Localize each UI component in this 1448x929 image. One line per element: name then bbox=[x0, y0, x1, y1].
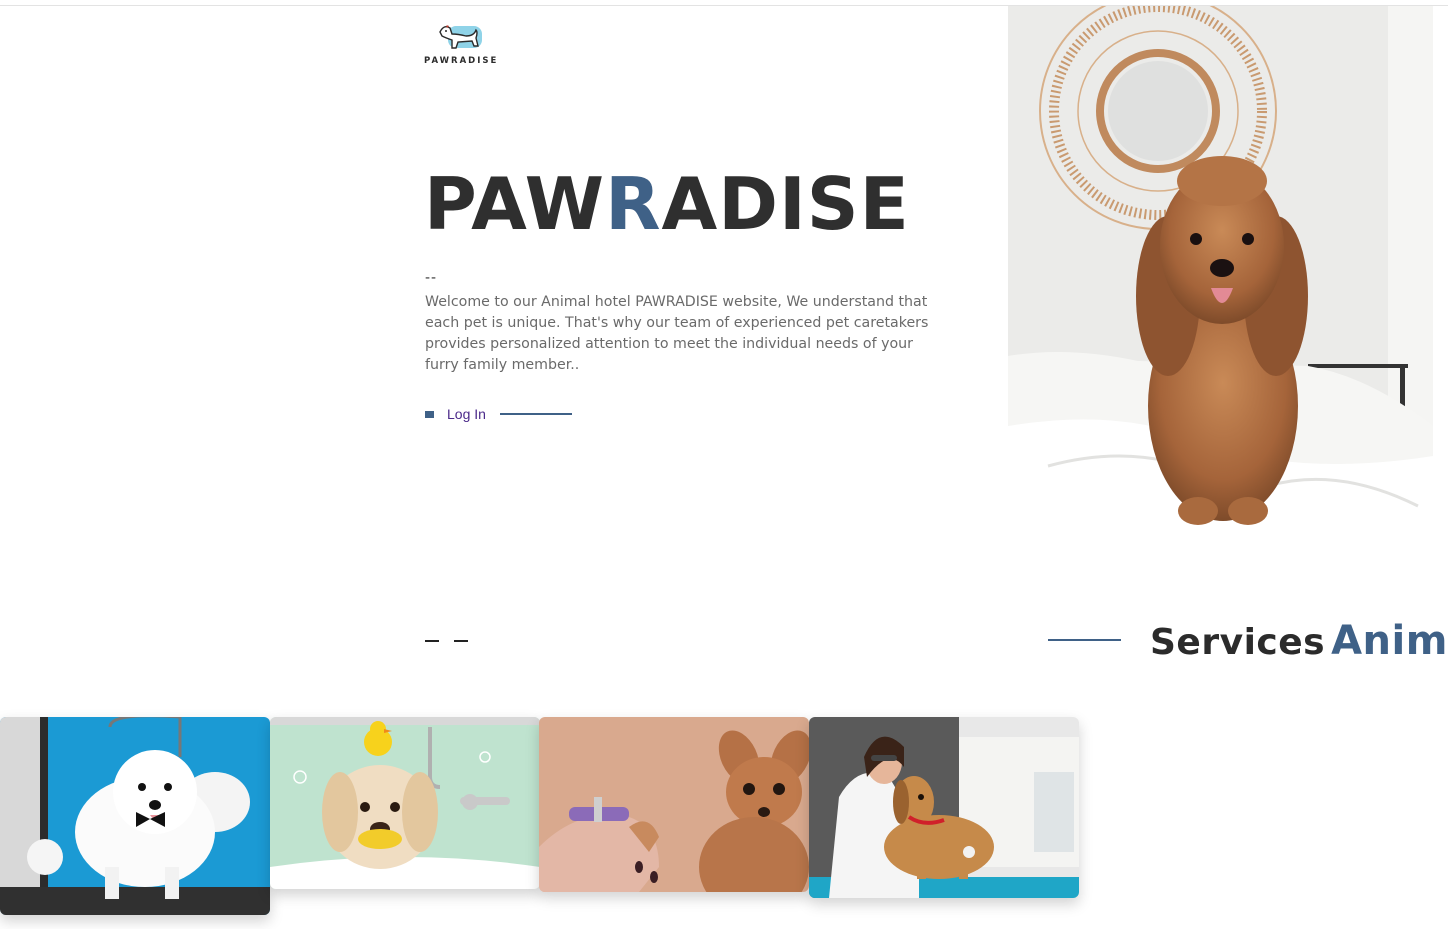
login-button[interactable]: Log In bbox=[425, 403, 572, 425]
service-card-nail-trim[interactable] bbox=[539, 717, 809, 892]
square-bullet-icon bbox=[425, 410, 434, 418]
hero-title-part1: PAW bbox=[424, 162, 606, 246]
hero-title-accent: R bbox=[605, 162, 662, 246]
hero-title: PAWRADISE bbox=[424, 162, 910, 246]
logo-text: PAWRADISE bbox=[424, 56, 499, 66]
vet-checkup-dog-photo bbox=[809, 717, 1079, 898]
grooming-poodle-photo bbox=[0, 717, 270, 915]
service-card-grooming[interactable] bbox=[0, 717, 270, 915]
section-dashes bbox=[425, 640, 468, 642]
service-card-vet[interactable] bbox=[809, 717, 1079, 898]
services-title: ServicesAnima bbox=[1150, 618, 1448, 664]
nail-trim-chihuahua-photo bbox=[539, 717, 809, 892]
login-label[interactable]: Log In bbox=[447, 406, 486, 422]
service-card-bath[interactable] bbox=[270, 717, 540, 889]
page: PAWRADISE PAWRADISE -- Welcome to our An… bbox=[0, 0, 1448, 929]
dog-logo-icon bbox=[439, 25, 482, 49]
login-underline bbox=[499, 413, 572, 415]
services-line bbox=[1048, 639, 1121, 641]
brand-logo[interactable]: PAWRADISE bbox=[424, 22, 504, 68]
services-title-text: Services bbox=[1150, 622, 1326, 663]
hero-divider: -- bbox=[425, 270, 438, 286]
hero-title-part2: ADISE bbox=[661, 162, 910, 246]
services-title-accent: Anima bbox=[1331, 618, 1448, 664]
hero-description: Welcome to our Animal hotel PAWRADISE we… bbox=[425, 294, 929, 373]
dog-on-bed-photo bbox=[1008, 6, 1433, 537]
bath-dog-duck-photo bbox=[270, 717, 540, 889]
